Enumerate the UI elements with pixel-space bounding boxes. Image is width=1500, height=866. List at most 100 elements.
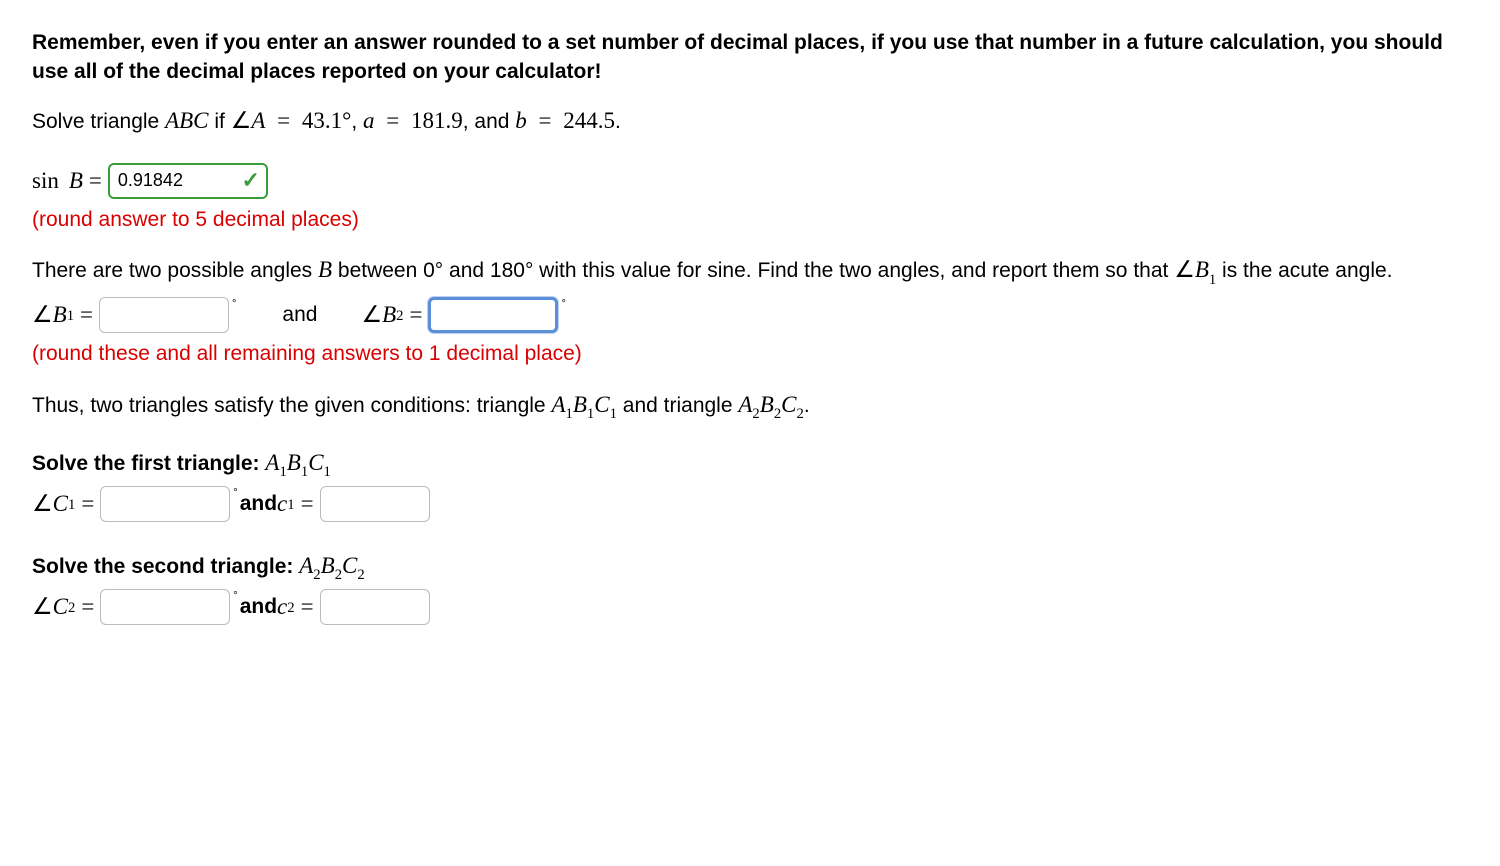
t1-b: B: [573, 392, 587, 417]
angle-a-value: 43.1: [302, 108, 342, 133]
tri2-row: ∠C2 = ° and c2 =: [32, 589, 1468, 625]
tri1-a: A: [265, 450, 279, 475]
two-tri-mid: and triangle: [617, 394, 738, 417]
side-b-value: 244.5: [563, 108, 615, 133]
tri1-c: C: [308, 450, 323, 475]
t2-as: 2: [752, 406, 759, 422]
t1-a: A: [551, 392, 565, 417]
two-angles-text: There are two possible angles B between …: [32, 254, 1468, 289]
degree: °: [342, 108, 351, 133]
side-c1-label: c: [277, 488, 287, 520]
c1-label: C: [53, 488, 68, 520]
and-word: and: [240, 489, 277, 518]
angle-symbol: ∠: [1174, 257, 1195, 282]
tri2-c: C: [342, 553, 357, 578]
angle-symbol: ∠: [231, 108, 252, 133]
two-triangles-intro: Thus, two triangles satisfy the given co…: [32, 389, 1468, 424]
tri2-heading: Solve the second triangle: A2B2C2: [32, 550, 1468, 585]
b1-label: B: [53, 299, 67, 331]
sin-b-note: (round answer to 5 decimal places): [32, 205, 1468, 234]
period: .: [615, 110, 621, 133]
b1-sub: 1: [67, 306, 74, 327]
t1-bs: 1: [587, 406, 594, 422]
c1-sub: 1: [68, 495, 75, 516]
angle-symbol: ∠: [32, 488, 53, 520]
equals: =: [295, 488, 320, 520]
equals: =: [74, 299, 99, 331]
two-tri-part1: Thus, two triangles satisfy the given co…: [32, 394, 551, 417]
b1-sub: 1: [1209, 272, 1216, 288]
tri2-bs: 2: [335, 567, 342, 583]
tri1-row: ∠C1 = ° and c1 =: [32, 486, 1468, 522]
side-c2-sub: 2: [287, 598, 294, 619]
tri2-b: B: [321, 553, 335, 578]
sin-b-row: sin B = ✓: [32, 163, 1468, 199]
and-word: and: [282, 300, 317, 329]
angles-b-row: ∠B1 = ° and ∠B2 = °: [32, 297, 1468, 333]
b-var: B: [318, 257, 332, 282]
sin-b-input-wrap: ✓: [108, 163, 268, 199]
tri1-cs: 1: [324, 464, 331, 480]
equals: =: [75, 488, 100, 520]
angles-note: (round these and all remaining answers t…: [32, 339, 1468, 368]
two-angles-part1: There are two possible angles: [32, 259, 318, 282]
intro-reminder: Remember, even if you enter an answer ro…: [32, 28, 1468, 87]
angle-symbol: ∠: [361, 299, 382, 331]
tri1-heading-prefix: Solve the first triangle:: [32, 452, 265, 475]
angle-c2-input[interactable]: [100, 589, 230, 625]
angle-symbol: ∠: [32, 299, 53, 331]
tri1-bs: 1: [301, 464, 308, 480]
degree-suffix: °: [233, 486, 237, 501]
tri2-cs: 2: [357, 567, 364, 583]
problem-prefix: Solve triangle: [32, 110, 165, 133]
side-b-label: b: [515, 108, 527, 133]
t2-cs: 2: [797, 406, 804, 422]
tri1-heading: Solve the first triangle: A1B1C1: [32, 447, 1468, 482]
triangle-name: ABC: [165, 108, 208, 133]
equals: =: [265, 108, 301, 133]
equals: =: [75, 591, 100, 623]
t1-as: 1: [566, 406, 573, 422]
b-label: B: [69, 165, 83, 197]
c2-sub: 2: [68, 598, 75, 619]
degree-suffix: °: [561, 297, 565, 312]
angle-symbol: ∠: [32, 591, 53, 623]
two-tri-end: .: [804, 394, 810, 417]
and-word: , and: [463, 110, 516, 133]
equals: =: [404, 299, 429, 331]
two-angles-part3: is the acute angle.: [1216, 259, 1392, 282]
t1-c: C: [594, 392, 609, 417]
side-a-value: 181.9: [411, 108, 463, 133]
side-c2-label: c: [277, 591, 287, 623]
t2-bs: 2: [774, 406, 781, 422]
b2-sub: 2: [396, 306, 403, 327]
tri1-b: B: [287, 450, 301, 475]
two-angles-part2: between 0° and 180° with this value for …: [332, 259, 1174, 282]
angle-b2-input[interactable]: [428, 297, 558, 333]
b2-label: B: [382, 299, 396, 331]
b1-label: B: [1195, 257, 1209, 282]
t2-b: B: [760, 392, 774, 417]
t2-a: A: [738, 392, 752, 417]
equals: =: [295, 591, 320, 623]
t1-cs: 1: [610, 406, 617, 422]
side-c1-input[interactable]: [320, 486, 430, 522]
tri1-as: 1: [279, 464, 286, 480]
tri2-as: 2: [313, 567, 320, 583]
tri2-a: A: [299, 553, 313, 578]
side-c1-sub: 1: [287, 495, 294, 516]
degree-suffix: °: [233, 589, 237, 604]
t2-c: C: [781, 392, 796, 417]
check-icon: ✓: [241, 166, 259, 197]
tri2-heading-prefix: Solve the second triangle:: [32, 555, 299, 578]
problem-statement: Solve triangle ABC if ∠A = 43.1°, a = 18…: [32, 105, 1468, 137]
c2-label: C: [53, 591, 68, 623]
angle-c1-input[interactable]: [100, 486, 230, 522]
side-c2-input[interactable]: [320, 589, 430, 625]
side-a-label: a: [363, 108, 375, 133]
and-word: and: [240, 592, 277, 621]
equals: =: [375, 108, 411, 133]
problem-if: if: [209, 110, 231, 133]
angle-b1-input[interactable]: [99, 297, 229, 333]
comma: ,: [351, 110, 363, 133]
